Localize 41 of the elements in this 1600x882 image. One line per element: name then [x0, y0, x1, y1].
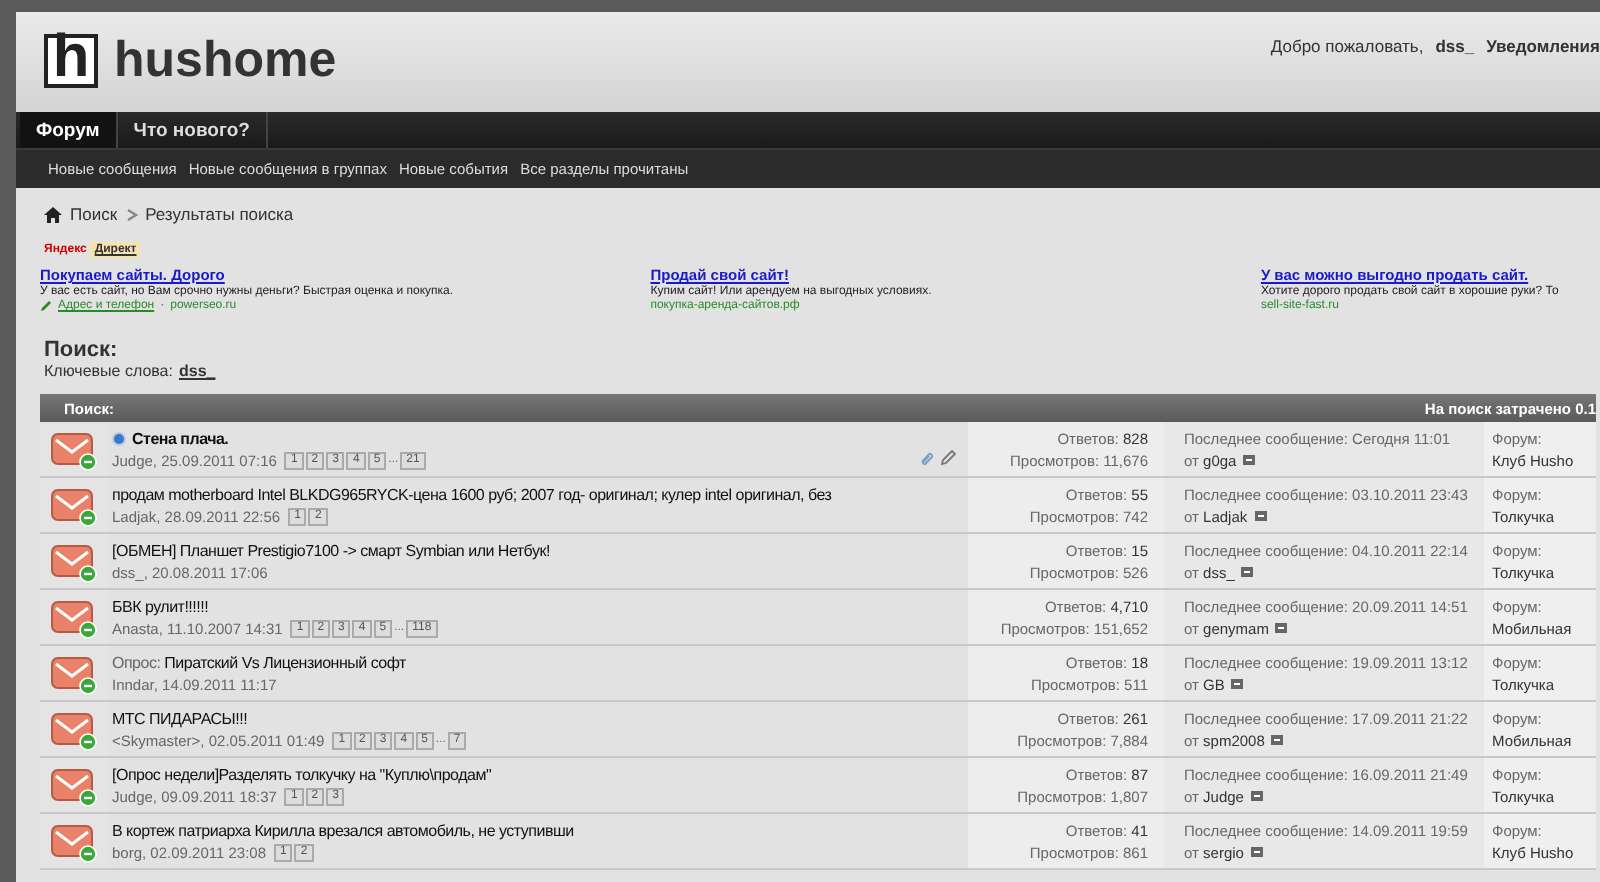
go-to-post-icon	[1249, 846, 1264, 858]
envelope-icon	[50, 651, 98, 695]
keywords-link[interactable]: dss_	[178, 362, 216, 380]
envelope-icon	[50, 483, 98, 527]
thread-title-link[interactable]: Стена плача.	[132, 429, 229, 447]
go-to-post-icon	[1242, 454, 1257, 466]
breadcrumb-link[interactable]: Результаты поиска	[145, 204, 294, 224]
go-to-post-icon	[1253, 510, 1268, 522]
username-link[interactable]: dss_	[1435, 36, 1475, 56]
go-to-post-icon	[1240, 566, 1255, 578]
envelope-icon	[50, 427, 98, 471]
envelope-icon	[50, 707, 98, 751]
thread-title-link[interactable]: [ОБМЕН] Планшет Prestigio7100 -> смарт Symbian или Нетбук!	[112, 541, 550, 559]
search-heading: Поиск:	[44, 338, 120, 362]
go-to-post-icon	[1270, 734, 1285, 746]
unread-dot-icon	[112, 431, 126, 445]
home-icon	[44, 205, 62, 223]
envelope-icon	[50, 819, 98, 863]
welcome-text: Добро пожаловать,	[1270, 36, 1424, 56]
go-to-post-icon	[1249, 790, 1264, 802]
envelope-icon	[50, 763, 98, 807]
thread-title-link[interactable]: продам motherboard Intel BLKDG965RYCK-цена 1600 руб; 2007 год- оригинал; кулер intel оригинал, без	[112, 485, 832, 503]
pencil-icon	[40, 300, 52, 312]
notifications-link[interactable]: Уведомления	[1486, 36, 1600, 56]
logo-mark[interactable]: h	[44, 34, 98, 88]
envelope-icon	[50, 595, 98, 639]
pencil-icon	[940, 450, 956, 466]
chevron-icon	[125, 207, 138, 221]
keywords-label: Ключевые слова:	[44, 362, 173, 380]
envelope-icon	[50, 539, 98, 583]
go-to-post-icon	[1230, 678, 1245, 690]
thread-title-link[interactable]: БВК рулит!!!!!!	[112, 597, 209, 615]
breadcrumb-link[interactable]: Поиск	[70, 204, 118, 224]
paperclip-icon	[918, 450, 934, 466]
go-to-post-icon	[1274, 622, 1289, 634]
thread-title-link[interactable]: [Опрос недели]Разделять толкучку на "Куплю\продам"	[112, 765, 492, 783]
thread-title-link[interactable]: Опрос: Пиратский Vs Лицензионный софт	[112, 653, 406, 671]
nav-tab[interactable]: Форум	[20, 112, 118, 148]
logo-text[interactable]: hushome	[114, 32, 337, 90]
thread-title-link[interactable]: МТС ПИДАРАСЫ!!!	[112, 709, 248, 727]
thread-title-link[interactable]: В кортеж патриарха Кирилла врезался автомобиль, не уступивши	[112, 821, 574, 839]
